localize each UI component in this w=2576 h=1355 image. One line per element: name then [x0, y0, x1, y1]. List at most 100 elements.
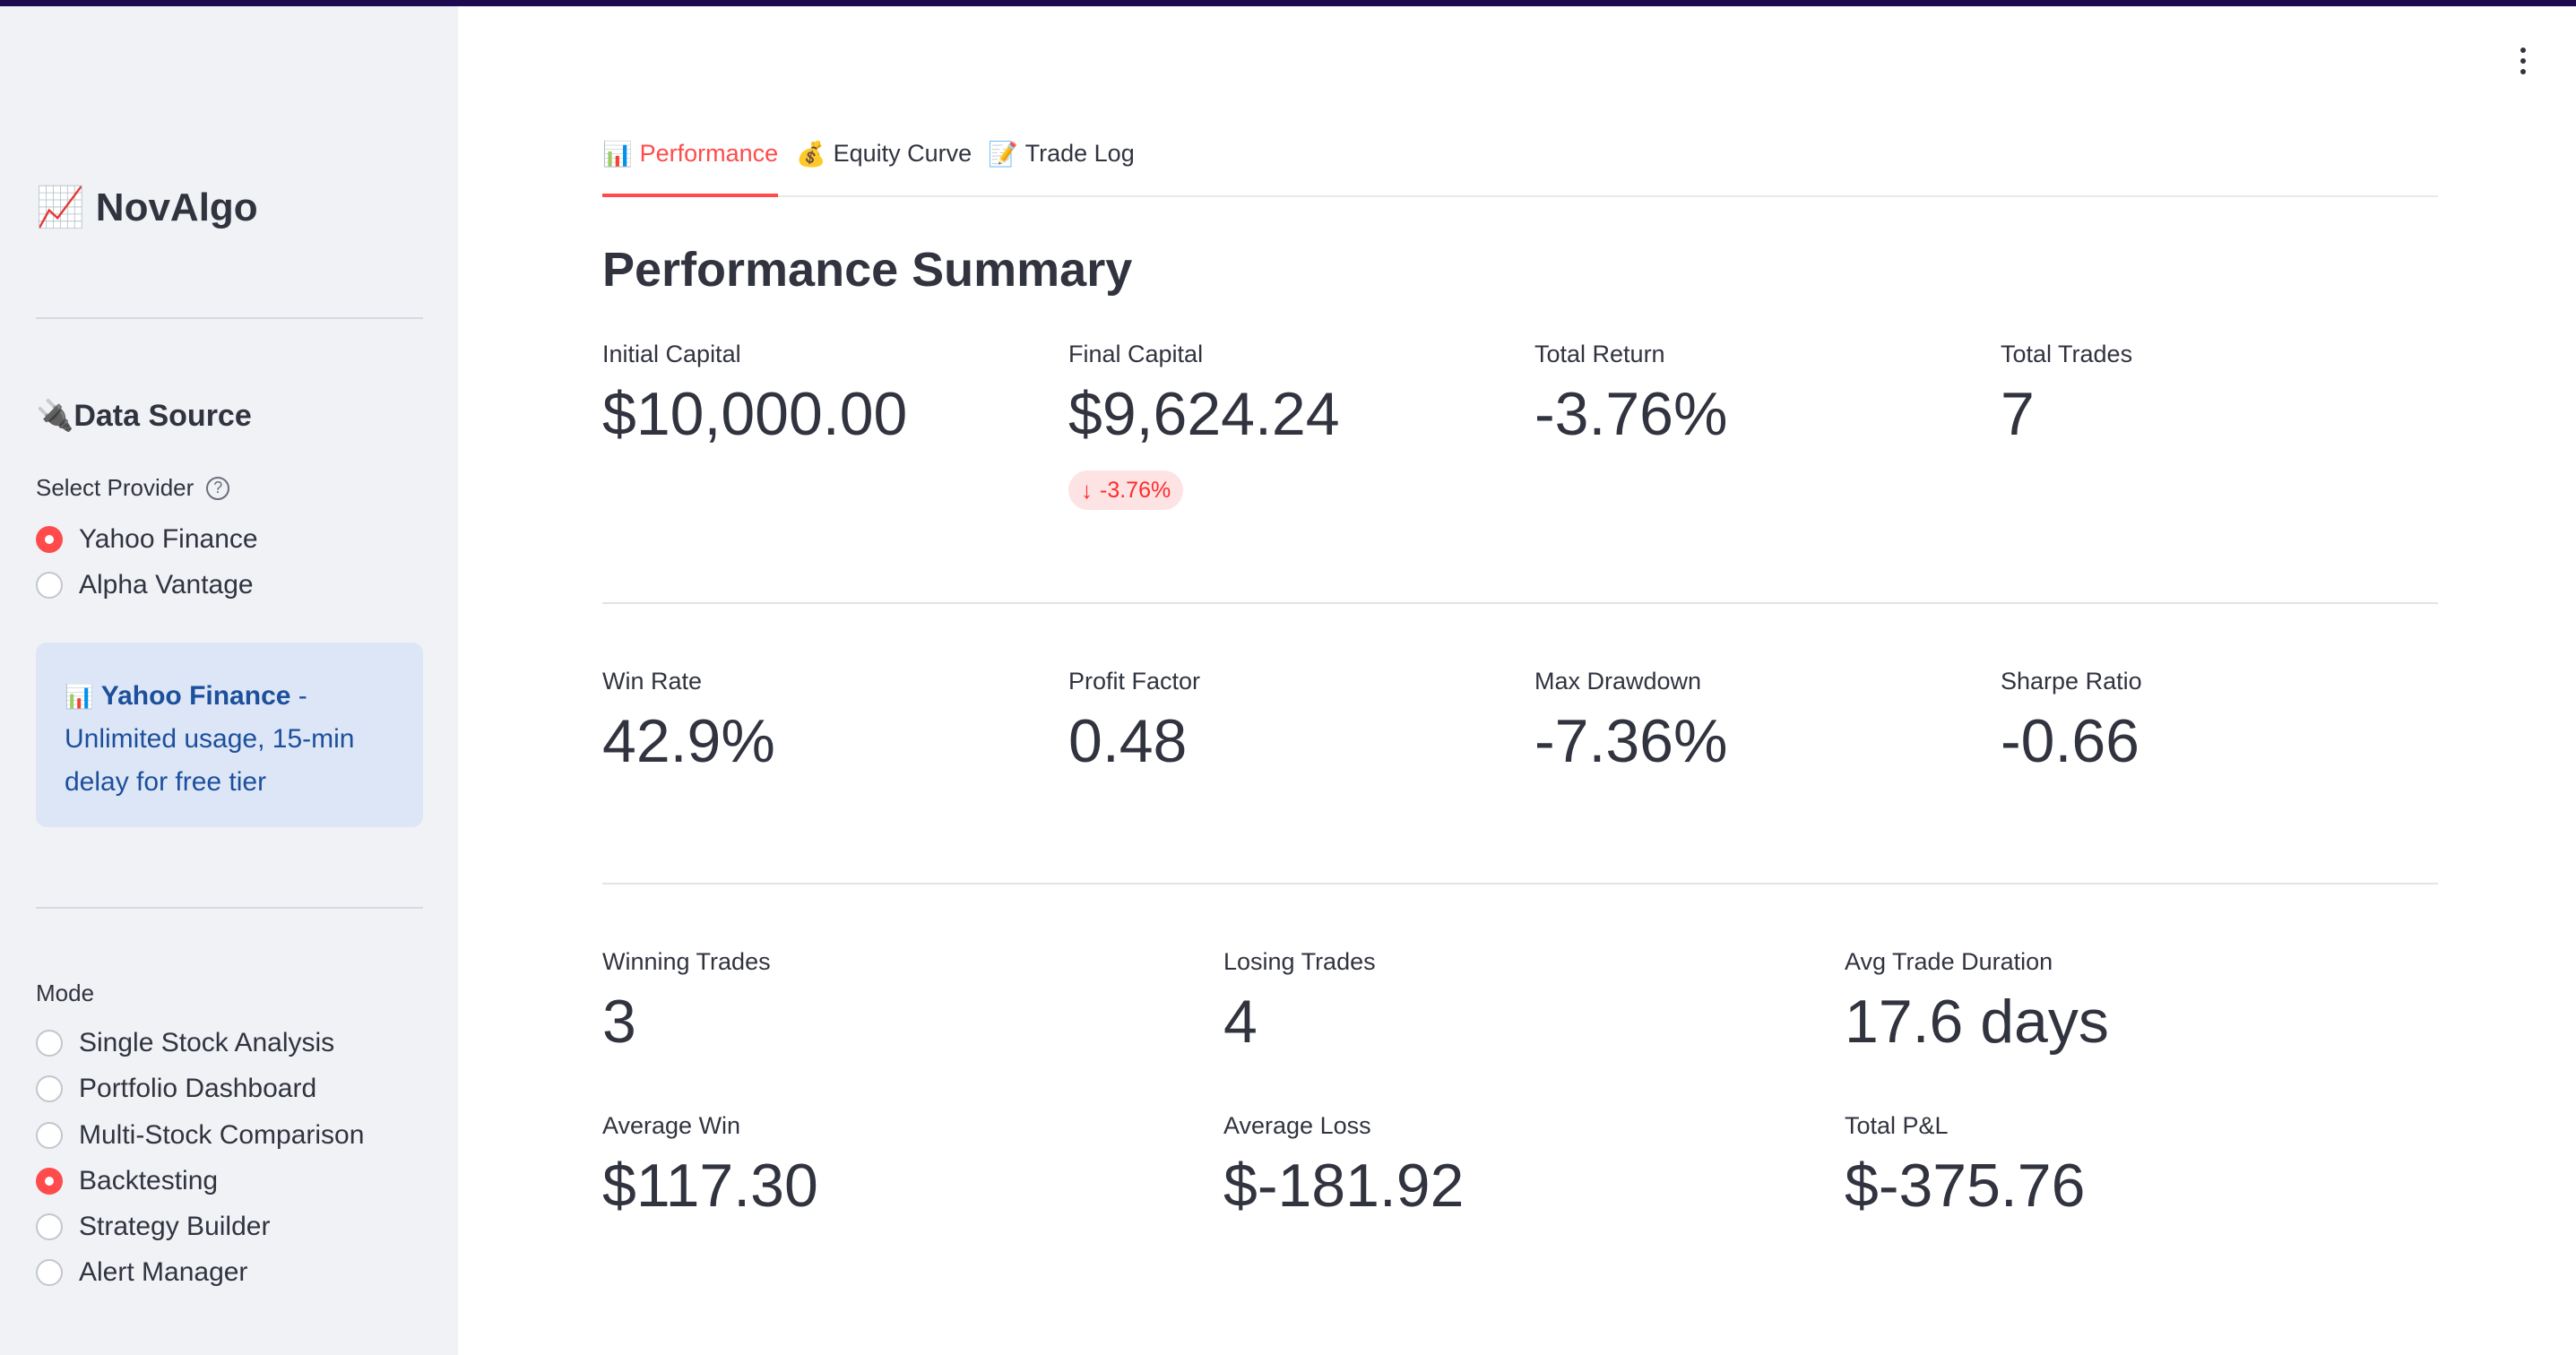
metric-average-win: Average Win $117.30: [602, 1112, 818, 1220]
metric-value: -0.66: [2001, 707, 2139, 775]
metric-value: -3.76%: [1534, 380, 1728, 448]
radio-provider-alpha-vantage[interactable]: Alpha Vantage: [36, 567, 254, 603]
radio-button[interactable]: [36, 1030, 63, 1057]
section-divider: [602, 883, 2438, 885]
metric-delta-badge: ↓ -3.76%: [1068, 470, 1184, 510]
metric-value: $9,624.24: [1068, 380, 1340, 448]
metric-label: Total Trades: [2001, 341, 2133, 367]
radio-label: Yahoo Finance: [79, 524, 258, 554]
radio-button-selected[interactable]: [36, 1168, 63, 1195]
chart-emoji-icon: 📈: [36, 186, 85, 229]
radio-button[interactable]: [36, 1259, 63, 1286]
delta-value: -3.76%: [1100, 477, 1171, 503]
metric-winning-trades: Winning Trades 3: [602, 948, 771, 1056]
metric-profit-factor: Profit Factor 0.48: [1068, 668, 1200, 775]
tab-bar: 📊 Performance 💰 Equity Curve 📝 Trade Log: [602, 134, 2438, 197]
metric-label: Max Drawdown: [1534, 668, 1702, 695]
mode-label: Mode: [36, 980, 95, 1006]
memo-icon: 📝: [988, 141, 1018, 168]
metric-label: Average Loss: [1223, 1112, 1371, 1139]
radio-mode-multi-stock[interactable]: Multi-Stock Comparison: [36, 1118, 364, 1153]
metric-label: Average Win: [602, 1112, 741, 1139]
radio-button[interactable]: [36, 572, 63, 599]
radio-provider-yahoo[interactable]: Yahoo Finance: [36, 522, 258, 557]
radio-button[interactable]: [36, 1213, 63, 1240]
metric-value: $-375.76: [1845, 1152, 2086, 1220]
metric-total-return: Total Return -3.76%: [1534, 341, 1727, 448]
radio-mode-portfolio[interactable]: Portfolio Dashboard: [36, 1071, 316, 1107]
metric-avg-trade-duration: Avg Trade Duration 17.6 days: [1845, 948, 2109, 1056]
kebab-menu-icon[interactable]: [2510, 45, 2537, 77]
tab-label: Performance: [639, 140, 779, 167]
radio-label: Single Stock Analysis: [79, 1028, 335, 1057]
radio-mode-strategy-builder[interactable]: Strategy Builder: [36, 1209, 270, 1245]
metric-total-pnl: Total P&L $-375.76: [1845, 1112, 2085, 1220]
metric-value: 42.9%: [602, 707, 775, 775]
tab-label: Trade Log: [1024, 140, 1135, 167]
metric-value: 7: [2001, 380, 2035, 448]
metric-value: $-181.92: [1223, 1152, 1465, 1220]
tab-trade-log[interactable]: 📝 Trade Log: [988, 134, 1135, 195]
info-title: Yahoo Finance: [100, 681, 291, 711]
radio-mode-backtesting[interactable]: Backtesting: [36, 1163, 218, 1199]
provider-info-box: 📊 Yahoo Finance - Unlimited usage, 15-mi…: [36, 643, 423, 827]
metric-label: Losing Trades: [1223, 948, 1376, 975]
metric-win-rate: Win Rate 42.9%: [602, 668, 775, 775]
metric-final-capital: Final Capital $9,624.24: [1068, 341, 1340, 448]
radio-mode-single-stock[interactable]: Single Stock Analysis: [36, 1025, 334, 1061]
metric-max-drawdown: Max Drawdown -7.36%: [1534, 668, 1727, 775]
sidebar-divider: [36, 907, 423, 909]
sidebar: 📈 NovAlgo 🔌Data Source Select Provider ? …: [0, 6, 458, 1355]
metric-label: Total Return: [1534, 341, 1665, 367]
plug-icon: 🔌: [36, 399, 74, 433]
money-bag-icon: 💰: [796, 141, 826, 168]
radio-label: Strategy Builder: [79, 1212, 271, 1241]
metric-label: Sharpe Ratio: [2001, 668, 2142, 695]
metric-total-trades: Total Trades 7: [2001, 341, 2132, 448]
metric-sharpe-ratio: Sharpe Ratio -0.66: [2001, 668, 2142, 775]
radio-button[interactable]: [36, 1122, 63, 1149]
radio-label: Alpha Vantage: [79, 570, 254, 600]
arrow-down-icon: ↓: [1081, 476, 1093, 504]
page-title: Performance Summary: [602, 243, 1133, 297]
metric-value: $117.30: [602, 1152, 818, 1220]
metric-losing-trades: Losing Trades 4: [1223, 948, 1376, 1056]
metric-initial-capital: Initial Capital $10,000.00: [602, 341, 907, 448]
brand-name: NovAlgo: [95, 186, 258, 229]
metric-label: Profit Factor: [1068, 668, 1201, 695]
metric-value: 4: [1223, 988, 1258, 1056]
metric-value: 0.48: [1068, 707, 1188, 775]
metric-value: -7.36%: [1534, 707, 1728, 775]
data-source-heading: 🔌Data Source: [36, 398, 252, 434]
sidebar-divider: [36, 317, 423, 319]
metric-value: $10,000.00: [602, 380, 908, 448]
radio-label: Alert Manager: [79, 1257, 248, 1287]
data-source-title: Data Source: [73, 399, 252, 433]
metric-label: Final Capital: [1068, 341, 1204, 367]
select-provider-label: Select Provider ?: [36, 474, 230, 502]
section-divider: [602, 602, 2438, 604]
metric-label: Initial Capital: [602, 341, 741, 367]
bar-chart-icon: 📊: [602, 141, 633, 168]
app-brand: 📈 NovAlgo: [36, 184, 258, 230]
top-accent-bar: [0, 0, 2576, 6]
select-provider-text: Select Provider: [36, 474, 194, 501]
help-icon[interactable]: ?: [206, 476, 230, 500]
metric-value: 3: [602, 988, 636, 1056]
metric-average-loss: Average Loss $-181.92: [1223, 1112, 1464, 1220]
tab-performance[interactable]: 📊 Performance: [602, 134, 779, 197]
bar-chart-icon: 📊: [65, 683, 94, 710]
radio-label: Multi-Stock Comparison: [79, 1120, 365, 1150]
metric-label: Winning Trades: [602, 948, 771, 975]
tab-label: Equity Curve: [833, 140, 972, 167]
radio-button[interactable]: [36, 1075, 63, 1102]
metric-value: 17.6 days: [1845, 988, 2109, 1056]
metric-label: Total P&L: [1845, 1112, 1949, 1139]
radio-button-selected[interactable]: [36, 526, 63, 553]
metric-label: Win Rate: [602, 668, 703, 695]
metric-label: Avg Trade Duration: [1845, 948, 2053, 975]
radio-label: Portfolio Dashboard: [79, 1074, 317, 1103]
radio-mode-alert-manager[interactable]: Alert Manager: [36, 1255, 247, 1290]
tab-equity-curve[interactable]: 💰 Equity Curve: [796, 134, 972, 195]
radio-label: Backtesting: [79, 1166, 219, 1195]
